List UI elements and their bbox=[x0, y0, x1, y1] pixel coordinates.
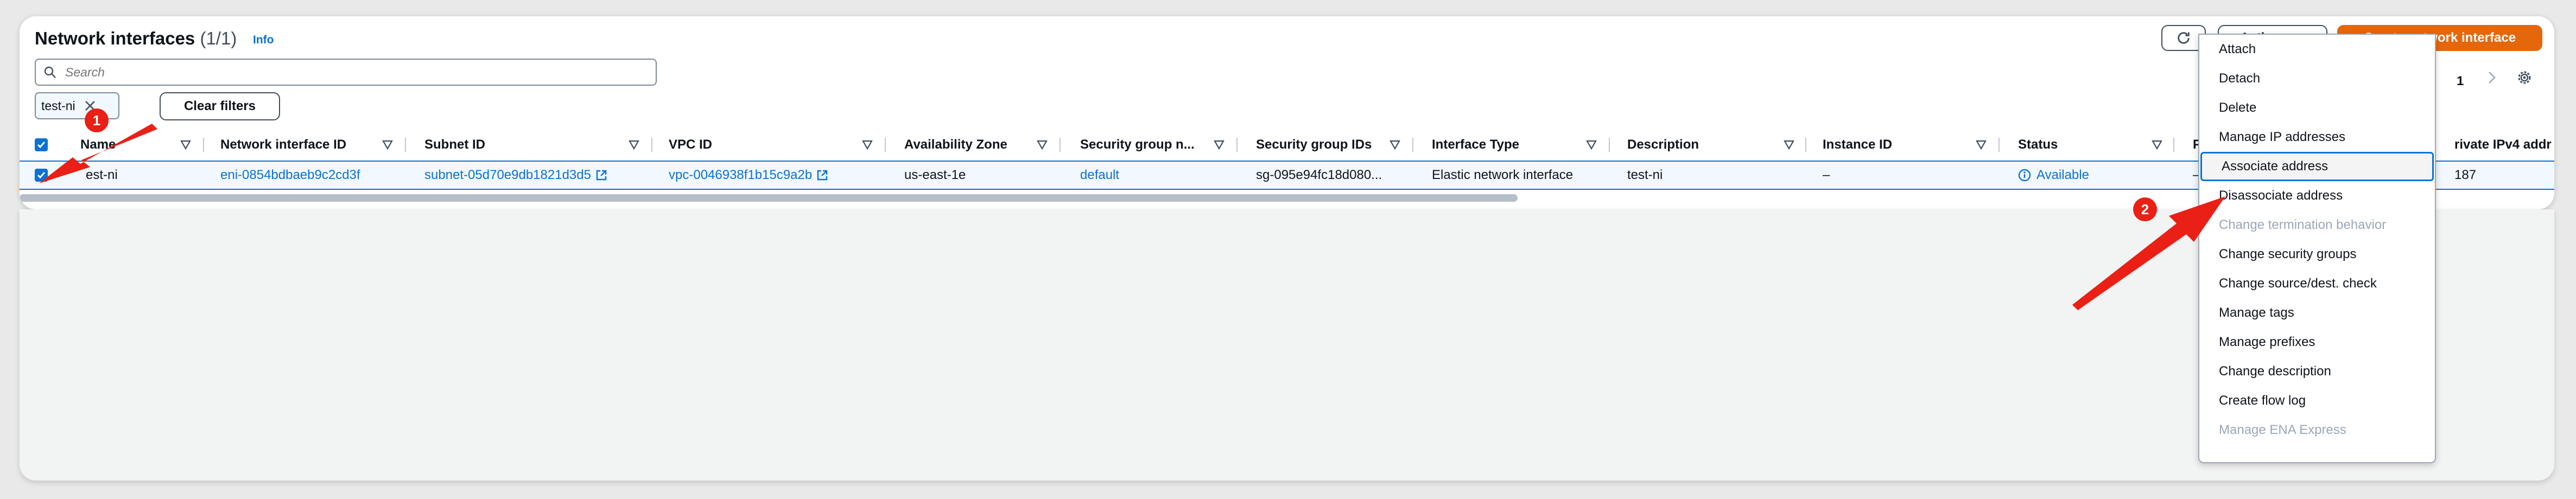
subnet-id-link[interactable]: subnet-05d70e9db1821d3d5 bbox=[424, 168, 591, 183]
menu-item-change-description[interactable]: Change description bbox=[2199, 357, 2435, 386]
horizontal-scrollbar[interactable] bbox=[20, 194, 1518, 202]
actions-menu: Attach Detach Delete Manage IP addresses… bbox=[2198, 34, 2436, 463]
sort-icon[interactable] bbox=[1586, 129, 1597, 161]
step-2-badge: 2 bbox=[2133, 197, 2157, 221]
external-link-icon bbox=[596, 170, 607, 181]
column-divider bbox=[651, 138, 652, 152]
column-divider bbox=[1998, 138, 2000, 152]
cell-availability-zone: us-east-1e bbox=[904, 168, 966, 182]
check-icon bbox=[37, 172, 46, 179]
cell-interface-type: Elastic network interface bbox=[1432, 168, 1573, 182]
sort-icon[interactable] bbox=[1037, 129, 1048, 161]
network-interfaces-panel: Network interfaces (1/1) Info Actions Cr… bbox=[20, 16, 2554, 209]
sort-icon[interactable] bbox=[1784, 129, 1794, 161]
page-title-text: Network interfaces bbox=[35, 28, 195, 48]
column-header-instance-id[interactable]: Instance ID bbox=[1823, 129, 1892, 161]
sort-icon[interactable] bbox=[2152, 129, 2162, 161]
cell-subnet-id[interactable]: subnet-05d70e9db1821d3d5 bbox=[424, 162, 607, 189]
chevron-right-icon[interactable] bbox=[2484, 69, 2500, 86]
column-divider bbox=[1805, 138, 1806, 152]
table-row[interactable]: est-ni eni-0854bdbaeb9c2cd3f subnet-05d7… bbox=[20, 161, 2554, 190]
column-header-security-group-ids[interactable]: Security group IDs bbox=[1256, 129, 1372, 161]
menu-item-change-termination-behavior: Change termination behavior bbox=[2219, 217, 2387, 232]
column-divider bbox=[2173, 138, 2174, 152]
menu-item-manage-ip-addresses[interactable]: Manage IP addresses bbox=[2199, 123, 2435, 152]
menu-item-associate-address[interactable]: Associate address bbox=[2200, 152, 2434, 181]
column-header-interface-type[interactable]: Interface Type bbox=[1432, 129, 1519, 161]
status-info-icon bbox=[2018, 169, 2031, 182]
column-divider bbox=[885, 138, 886, 152]
cell-network-interface-id[interactable]: eni-0854bdbaeb9c2cd3f bbox=[220, 162, 360, 189]
table-header: Name Network interface ID Subnet ID VPC … bbox=[20, 129, 2554, 162]
menu-item-change-source-dest-check[interactable]: Change source/dest. check bbox=[2199, 269, 2435, 298]
column-header-network-interface-id[interactable]: Network interface ID bbox=[220, 129, 346, 161]
menu-item-create-flow-log[interactable]: Create flow log bbox=[2199, 386, 2435, 415]
cell-name: est-ni bbox=[86, 168, 118, 182]
sort-icon[interactable] bbox=[382, 129, 393, 161]
step-1-badge: 1 bbox=[85, 108, 109, 132]
sort-icon[interactable] bbox=[629, 129, 639, 161]
cell-private-ipv4: 187 bbox=[2454, 168, 2477, 182]
menu-item-detach[interactable]: Detach bbox=[2199, 64, 2435, 93]
menu-item-change-security-groups[interactable]: Change security groups bbox=[2199, 240, 2435, 269]
search-input[interactable] bbox=[64, 64, 609, 80]
column-divider bbox=[1609, 138, 1610, 152]
column-divider bbox=[203, 138, 204, 152]
column-divider bbox=[405, 138, 406, 152]
menu-item-attach[interactable]: Attach bbox=[2199, 35, 2435, 64]
sort-icon[interactable] bbox=[862, 129, 873, 161]
cell-security-group-name[interactable]: default bbox=[1080, 162, 1119, 189]
cell-instance-id: – bbox=[1823, 168, 1830, 182]
clear-filters-button[interactable]: Clear filters bbox=[160, 92, 280, 120]
column-header-private-ipv4[interactable]: rivate IPv4 addr bbox=[2454, 129, 2552, 161]
selection-count: (1/1) bbox=[200, 28, 237, 48]
column-header-subnet-id[interactable]: Subnet ID bbox=[424, 129, 485, 161]
row-checkbox[interactable] bbox=[35, 169, 48, 182]
menu-item-manage-prefixes[interactable]: Manage prefixes bbox=[2199, 328, 2435, 357]
menu-item-disassociate-address[interactable]: Disassociate address bbox=[2199, 181, 2435, 210]
search-icon bbox=[44, 66, 56, 78]
column-divider bbox=[1412, 138, 1413, 152]
column-header-availability-zone[interactable]: Availability Zone bbox=[904, 129, 1007, 161]
cell-security-group-ids: sg-095e94fc18d080... bbox=[1256, 168, 1382, 182]
column-header-vpc-id[interactable]: VPC ID bbox=[669, 129, 712, 161]
filter-token-label: test-ni bbox=[41, 98, 75, 113]
column-divider bbox=[1059, 138, 1061, 152]
external-link-icon bbox=[817, 170, 828, 181]
column-header-description[interactable]: Description bbox=[1627, 129, 1699, 161]
menu-item-manage-tags[interactable]: Manage tags bbox=[2199, 298, 2435, 328]
refresh-icon bbox=[2178, 32, 2190, 44]
column-header-name[interactable]: Name bbox=[80, 129, 116, 161]
sort-icon[interactable] bbox=[180, 129, 191, 161]
column-header-status[interactable]: Status bbox=[2018, 129, 2058, 161]
select-all-checkbox[interactable] bbox=[35, 138, 48, 151]
sort-icon[interactable] bbox=[1389, 129, 1400, 161]
column-header-security-group-name[interactable]: Security group n... bbox=[1080, 129, 1195, 161]
column-divider bbox=[1236, 138, 1238, 152]
sort-icon[interactable] bbox=[1976, 129, 1987, 161]
menu-item-manage-ena-express: Manage ENA Express bbox=[2219, 423, 2346, 437]
menu-item-delete[interactable]: Delete bbox=[2199, 93, 2435, 123]
vpc-id-link[interactable]: vpc-0046938f1b15c9a2b bbox=[669, 168, 812, 183]
search-field[interactable] bbox=[35, 59, 657, 86]
gear-icon[interactable] bbox=[2516, 69, 2533, 86]
page-title: Network interfaces (1/1) bbox=[35, 28, 237, 49]
page-number[interactable]: 1 bbox=[2457, 74, 2464, 89]
sort-icon[interactable] bbox=[1214, 129, 1224, 161]
cell-description: test-ni bbox=[1627, 168, 1663, 182]
info-link[interactable]: Info bbox=[253, 34, 274, 47]
details-area bbox=[20, 209, 2554, 481]
cell-status: Available bbox=[2018, 162, 2089, 189]
check-icon bbox=[37, 142, 46, 149]
status-label: Available bbox=[2036, 168, 2089, 182]
cell-vpc-id[interactable]: vpc-0046938f1b15c9a2b bbox=[669, 162, 828, 189]
